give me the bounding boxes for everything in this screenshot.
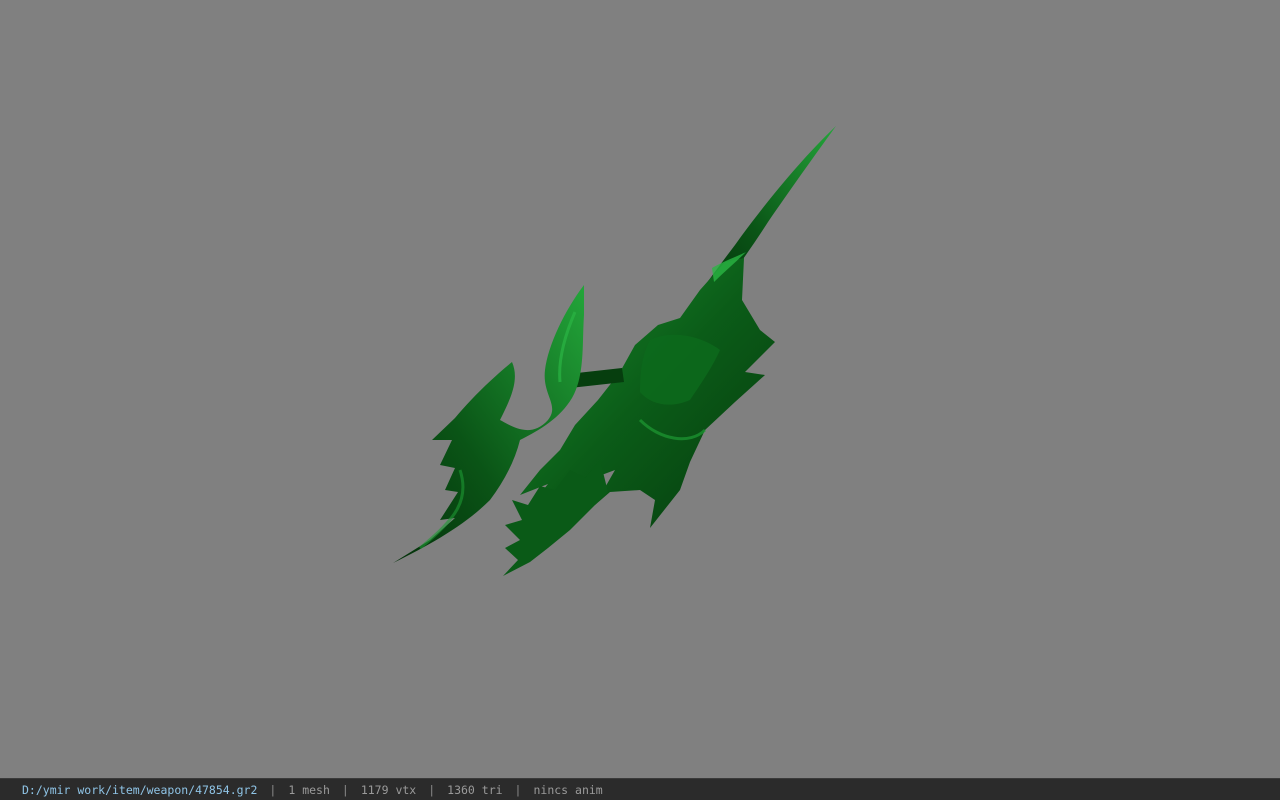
triangle-count: 1360 tri bbox=[447, 782, 503, 797]
status-bar: D:/ymir work/item/weapon/47854.gr2 | 1 m… bbox=[0, 778, 1280, 800]
file-path: D:/ymir work/item/weapon/47854.gr2 bbox=[22, 782, 258, 797]
status-separator: | bbox=[514, 782, 522, 797]
status-separator: | bbox=[428, 782, 436, 797]
3d-viewport[interactable] bbox=[0, 0, 1280, 778]
weapon-model[interactable] bbox=[0, 0, 1280, 778]
status-separator: | bbox=[269, 782, 277, 797]
mesh-count: 1 mesh bbox=[288, 782, 330, 797]
vertex-count: 1179 vtx bbox=[360, 782, 417, 797]
animation-status: nincs anim bbox=[533, 782, 603, 797]
status-separator: | bbox=[341, 782, 349, 797]
